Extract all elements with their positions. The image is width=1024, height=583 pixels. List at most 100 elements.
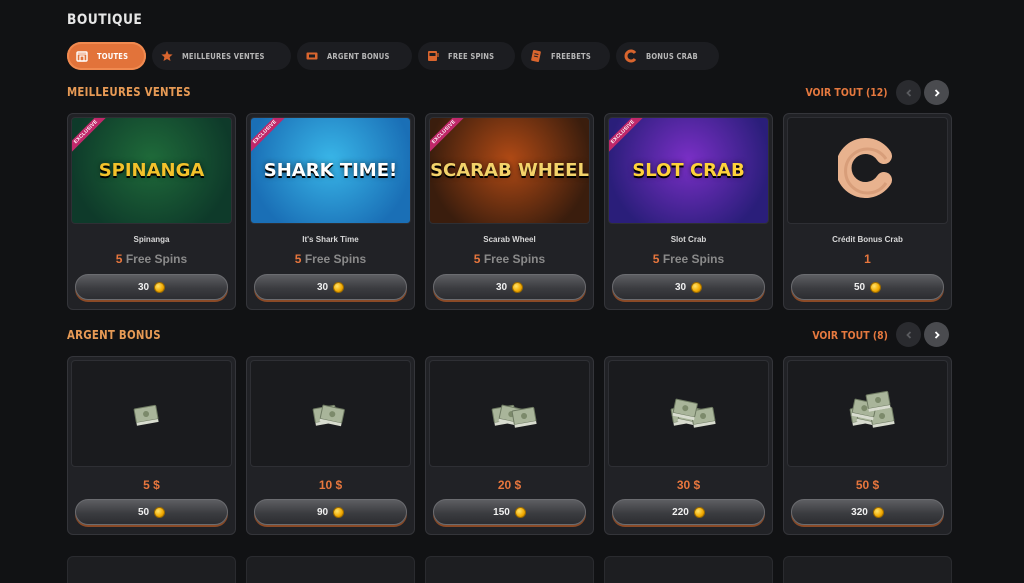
- product-thumbnail: SPINANGA EXCLUSIVE: [71, 117, 232, 224]
- product-card[interactable]: SCARAB WHEEL EXCLUSIVE Scarab Wheel 5 Free …: [425, 113, 594, 310]
- cash-stack-icon: [291, 381, 371, 446]
- price-value: 220: [672, 506, 689, 518]
- buy-button[interactable]: 30: [75, 274, 228, 300]
- shop-icon: [75, 49, 89, 63]
- buy-button[interactable]: 320: [791, 499, 944, 525]
- buy-button[interactable]: 90: [254, 499, 407, 525]
- coin-icon: [333, 506, 345, 518]
- card-placeholder: [783, 556, 952, 583]
- price-value: 90: [316, 506, 329, 518]
- cash-stack-icon: [828, 381, 908, 446]
- amount-value: 5: [115, 252, 123, 266]
- coin-icon: [691, 281, 703, 293]
- price-value: 50: [853, 281, 866, 293]
- buy-button[interactable]: 50: [75, 499, 228, 525]
- card-placeholder: [246, 556, 415, 583]
- section-title-bonus-money: ARGENT BONUS: [67, 328, 161, 342]
- filter-chip-slot-machine[interactable]: FREE SPINS: [418, 42, 515, 70]
- coin-icon: [154, 506, 166, 518]
- page-title: BOUTIQUE: [67, 12, 143, 28]
- cash-stack-icon: [649, 381, 729, 446]
- card-placeholder: [67, 556, 236, 583]
- filter-chip-crab-c[interactable]: BONUS CRAB: [615, 42, 719, 70]
- game-logo-text: SPINANGA: [98, 159, 205, 181]
- chevron-right-icon: [934, 88, 940, 97]
- price-value: 30: [316, 281, 329, 293]
- filter-chip-label: TOUTES: [97, 51, 129, 61]
- bonus-card[interactable]: 20 $ 150: [425, 356, 594, 535]
- coin-icon: [693, 506, 705, 518]
- bonus-card[interactable]: 5 $ 50: [67, 356, 236, 535]
- amount-value: 5: [294, 252, 302, 266]
- bonus-card[interactable]: 50 $ 320: [783, 356, 952, 535]
- product-card[interactable]: Crédit Bonus Crab 1 50: [783, 113, 952, 310]
- coin-icon: [872, 506, 884, 518]
- buy-button[interactable]: 30: [612, 274, 765, 300]
- exclusive-badge: EXCLUSIVE: [251, 118, 291, 158]
- product-card[interactable]: SPINANGA EXCLUSIVE Spinanga 5 Free Spins 30: [67, 113, 236, 310]
- filter-chip-star[interactable]: MEILLEURES VENTES: [151, 42, 291, 70]
- best-sellers-prev-button[interactable]: [896, 80, 921, 105]
- cash-stack-icon: [112, 381, 192, 446]
- product-amount: 5 Free Spins: [605, 252, 772, 266]
- filter-chip-label: FREE SPINS: [448, 51, 495, 61]
- best-sellers-row: SPINANGA EXCLUSIVE Spinanga 5 Free Spins 30 S…: [67, 113, 952, 310]
- filter-chip-shop[interactable]: TOUTES: [67, 42, 146, 70]
- product-name: Scarab Wheel: [483, 235, 536, 244]
- bonus-money-prev-button[interactable]: [896, 322, 921, 347]
- coin-icon: [870, 281, 882, 293]
- buy-button[interactable]: 30: [254, 274, 407, 300]
- star-icon: [160, 49, 174, 63]
- section-title-best-sellers: MEILLEURES VENTES: [67, 85, 191, 99]
- amount-value: 1: [864, 252, 871, 266]
- bonus-thumbnail: [608, 360, 769, 467]
- bonus-amount: 5 $: [143, 478, 160, 492]
- filter-chip-label: FREEBETS: [550, 51, 591, 61]
- game-logo-text: SLOT CRAB: [632, 159, 745, 181]
- amount-label: Free Spins: [662, 252, 725, 266]
- bonus-amount: 20 $: [497, 478, 522, 492]
- game-logo-text: SHARK TIME!: [263, 159, 398, 181]
- exclusive-badge: EXCLUSIVE: [72, 118, 112, 158]
- filter-bar: TOUTES MEILLEURES VENTES ARGENT BONUS FREE …: [67, 42, 719, 70]
- cash-stack-icon: [470, 381, 550, 446]
- exclusive-badge: EXCLUSIVE: [609, 118, 649, 158]
- bet-slip-icon: [529, 49, 543, 63]
- amount-value: 5: [652, 252, 660, 266]
- chevron-left-icon: [905, 330, 911, 339]
- coin-icon: [514, 506, 526, 518]
- bonus-thumbnail: [71, 360, 232, 467]
- best-sellers-next-button[interactable]: [924, 80, 949, 105]
- buy-button[interactable]: 50: [791, 274, 944, 300]
- product-card[interactable]: SLOT CRAB EXCLUSIVE Slot Crab 5 Free Spins 3…: [604, 113, 773, 310]
- bonus-thumbnail: [250, 360, 411, 467]
- bonus-money-next-button[interactable]: [924, 322, 949, 347]
- amount-label: Free Spins: [483, 252, 546, 266]
- buy-button[interactable]: 220: [612, 499, 765, 525]
- price-value: 30: [674, 281, 687, 293]
- product-thumbnail: SCARAB WHEEL EXCLUSIVE: [429, 117, 590, 224]
- filter-chip-bet-slip[interactable]: FREEBETS: [520, 42, 610, 70]
- bonus-amount: 10 $: [318, 478, 343, 492]
- card-placeholder: [604, 556, 773, 583]
- price-value: 320: [851, 506, 868, 518]
- filter-chip-ticket[interactable]: ARGENT BONUS: [296, 42, 413, 70]
- bonus-thumbnail: [787, 360, 948, 467]
- product-amount: 5 Free Spins: [426, 252, 593, 266]
- see-all-best-sellers-link[interactable]: VOIR TOUT (12): [806, 86, 888, 99]
- coin-icon: [154, 281, 166, 293]
- product-card[interactable]: SHARK TIME! EXCLUSIVE It's Shark Time 5 Fre…: [246, 113, 415, 310]
- filter-chip-label: MEILLEURES VENTES: [181, 51, 265, 61]
- buy-button[interactable]: 30: [433, 274, 586, 300]
- bonus-card[interactable]: 10 $ 90: [246, 356, 415, 535]
- chevron-right-icon: [934, 330, 940, 339]
- coin-icon: [333, 281, 345, 293]
- product-amount: 1: [784, 252, 951, 266]
- bonus-crab-coin-icon: [835, 138, 898, 203]
- bonus-thumbnail: [429, 360, 590, 467]
- bonus-amount: 50 $: [855, 478, 880, 492]
- buy-button[interactable]: 150: [433, 499, 586, 525]
- see-all-bonus-money-link[interactable]: VOIR TOUT (8): [812, 329, 888, 342]
- bonus-card[interactable]: 30 $ 220: [604, 356, 773, 535]
- product-thumbnail: [787, 117, 948, 224]
